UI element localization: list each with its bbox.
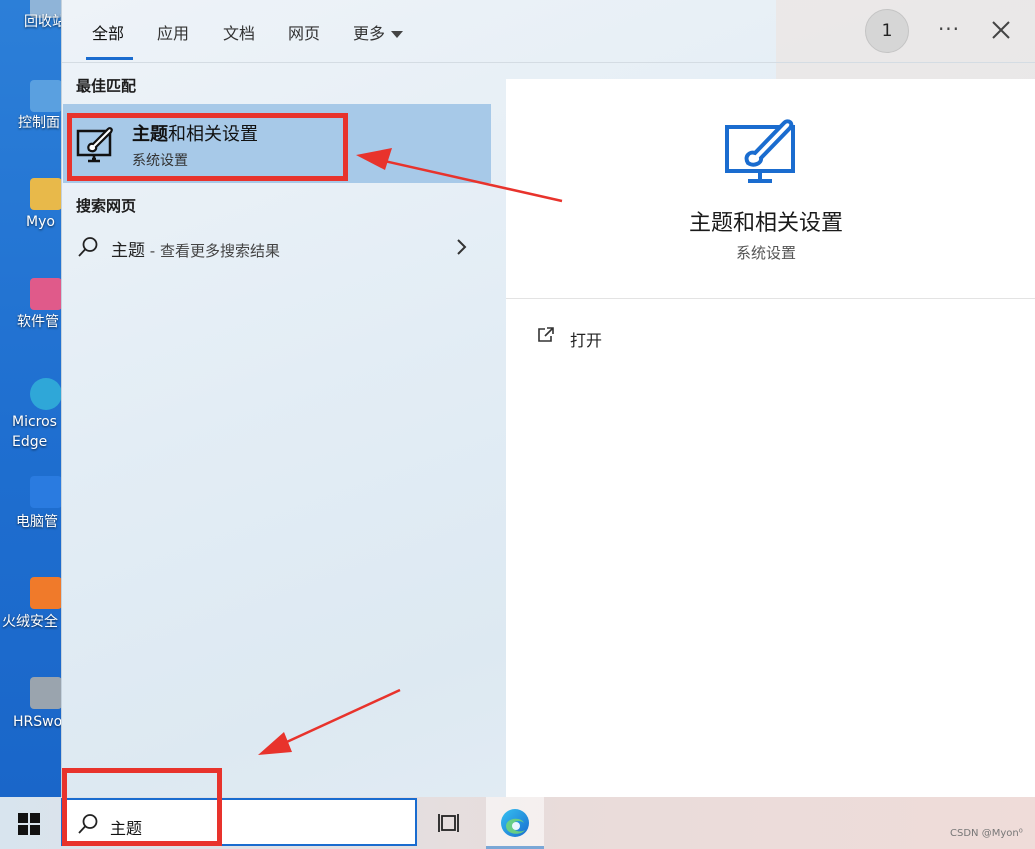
search-tabs: 全部 应用 文档 网页 更多 1 ···: [62, 0, 1035, 62]
detail-title: 主题和相关设置: [688, 211, 843, 236]
desktop-icon-label: HRSwo: [13, 714, 62, 730]
more-options-button[interactable]: ···: [934, 14, 964, 44]
windows-start-icon[interactable]: [18, 813, 40, 835]
search-icon: [78, 237, 98, 257]
open-external-icon: [538, 327, 554, 342]
close-button[interactable]: [987, 16, 1015, 44]
desktop-icons: 回收站 控制面 Myo 软件管 Micros Edge 电脑管 火绒安全 HRS…: [0, 0, 62, 797]
tab-documents[interactable]: 文档: [223, 20, 255, 44]
more-horizontal-icon: ···: [937, 17, 961, 41]
desktop-icon-pc-manager[interactable]: 电脑管: [0, 476, 62, 556]
desktop-icon-edge[interactable]: Micros Edge: [0, 378, 62, 458]
folder-icon: [30, 178, 62, 210]
flame-icon: [30, 577, 62, 609]
desktop-icon-control-panel[interactable]: 控制面: [0, 80, 62, 160]
web-search-text: 主题 - 查看更多搜索结果: [111, 236, 280, 261]
chevron-down-icon: [391, 31, 404, 38]
web-search-result[interactable]: 主题 - 查看更多搜索结果: [63, 225, 491, 269]
chevron-right-icon[interactable]: [451, 237, 471, 257]
result-detail-pane: 主题和相关设置 系统设置 打开: [506, 79, 1035, 797]
annotation-box-search: [62, 768, 222, 846]
task-view-icon[interactable]: [437, 811, 463, 835]
web-search-heading: 搜索网页: [76, 197, 137, 215]
software-manager-icon: [30, 278, 62, 310]
desktop-icon-label: 回收站: [24, 14, 62, 30]
desktop-icon-label: Micros Edge: [12, 414, 57, 450]
edge-icon: [30, 378, 62, 410]
desktop-icon-software-manager[interactable]: 软件管: [0, 278, 62, 358]
theme-brush-icon: [725, 119, 795, 183]
desktop-icon-label: 软件管: [17, 314, 59, 330]
desktop-icon-recycle-bin[interactable]: 回收站: [0, 0, 62, 66]
desktop-icon-label: 控制面: [18, 115, 60, 131]
tab-all[interactable]: 全部: [92, 20, 124, 44]
close-icon: [992, 21, 1010, 39]
edge-taskbar-button[interactable]: [486, 797, 544, 849]
web-search-query: 主题: [111, 241, 145, 261]
shield-icon: [30, 476, 62, 508]
tab-apps[interactable]: 应用: [157, 20, 189, 44]
detail-divider: [506, 298, 1035, 299]
watermark: CSDN @Myon⁰: [950, 828, 1023, 839]
tab-more[interactable]: 更多: [353, 20, 404, 44]
best-match-heading: 最佳匹配: [76, 77, 137, 95]
desktop-icon-label: 火绒安全: [2, 614, 58, 630]
tabs-divider: [62, 62, 1035, 63]
active-tab-indicator: [86, 57, 133, 60]
edge-icon: [501, 809, 529, 837]
desktop-icon-folder[interactable]: Myo: [0, 178, 62, 258]
desktop-icon-huorong[interactable]: 火绒安全: [0, 577, 62, 657]
desktop-icon-hrsword[interactable]: HRSwo: [0, 677, 62, 757]
desktop-icon-label: 电脑管: [16, 514, 58, 530]
notification-badge[interactable]: 1: [865, 9, 909, 53]
open-action-label: 打开: [570, 331, 603, 350]
control-panel-icon: [30, 80, 62, 112]
detail-subtitle: 系统设置: [735, 244, 796, 262]
tab-web[interactable]: 网页: [288, 20, 320, 44]
web-search-suffix: - 查看更多搜索结果: [145, 242, 280, 260]
open-action[interactable]: 打开: [536, 324, 736, 354]
desktop-icon-label: Myo: [26, 214, 55, 230]
hrsword-icon: [30, 677, 62, 709]
annotation-box-best-match: [67, 113, 348, 181]
tab-more-label: 更多: [353, 24, 386, 43]
